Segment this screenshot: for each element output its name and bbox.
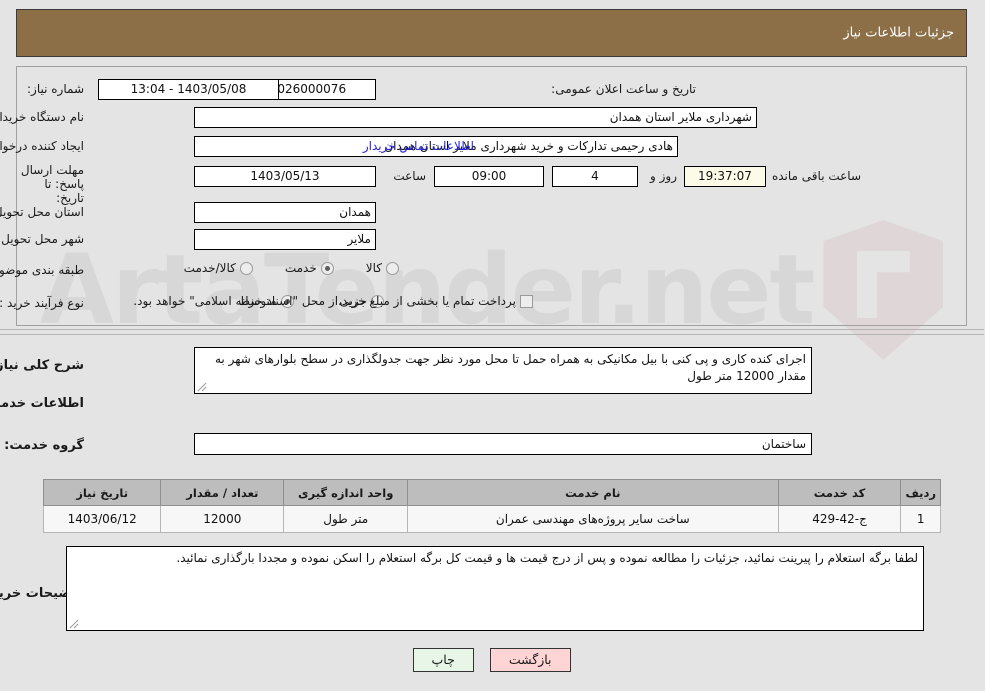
category-radio-khedmat[interactable]: خدمت xyxy=(286,261,335,275)
col-header-name: نام خدمت xyxy=(408,479,780,506)
col-header-date: تاریخ نیاز xyxy=(43,479,163,506)
province-label: استان محل تحویل: xyxy=(0,205,85,219)
deadline-date-value: 1403/05/13 xyxy=(195,166,377,187)
treasury-checkbox-row[interactable]: پرداخت تمام یا بخشی از مبلغ خرید،از محل … xyxy=(134,294,534,308)
service-group-value[interactable]: ساختمان xyxy=(195,433,813,455)
description-text: اجرای کنده کاری و پی کنی با بیل مکانیکی … xyxy=(216,352,807,383)
resize-grip-icon[interactable] xyxy=(70,619,80,629)
province-value: همدان xyxy=(195,202,377,223)
remaining-days-value: 4 xyxy=(553,166,639,187)
radio-circle-icon xyxy=(321,261,335,275)
category-label: طبقه بندی موضوعی: xyxy=(0,263,85,277)
buyer-notes-textarea[interactable]: لطفا برگه استعلام را پیرینت نمائید، جزئی… xyxy=(67,546,925,631)
category-option-label: کالا/خدمت xyxy=(184,261,237,275)
cell-qty: 12000 xyxy=(161,505,286,533)
back-button[interactable]: بازگشت xyxy=(490,648,572,672)
services-table: ردیف کد خدمت نام خدمت واحد اندازه گیری ت… xyxy=(43,479,942,533)
deadline-label: مهلت ارسال پاسخ: تا تاریخ: xyxy=(21,163,85,205)
public-announce-value: 1403/05/08 - 13:04 xyxy=(99,79,280,100)
remaining-clock-value: 19:37:07 xyxy=(685,166,767,187)
buyer-org-value: شهرداری ملایر استان همدان xyxy=(195,107,758,128)
buyer-org-label: نام دستگاه خریدار: xyxy=(0,110,85,124)
page-header: جزئیات اطلاعات نیاز xyxy=(17,9,968,57)
category-radio-kala-khedmat[interactable]: کالا/خدمت xyxy=(185,261,254,275)
deadline-time-value: 09:00 xyxy=(435,166,545,187)
buyer-contact-link[interactable]: اطلاعات تماس خریدار xyxy=(364,139,475,153)
treasury-checkbox-label: پرداخت تمام یا بخشی از مبلغ خرید،از محل … xyxy=(134,294,517,308)
deadline-time-label: ساعت xyxy=(394,169,427,183)
divider-1 xyxy=(0,329,985,330)
category-option-label: خدمت xyxy=(285,261,318,275)
description-label: شرح کلی نیاز: xyxy=(0,358,85,373)
cell-row: 1 xyxy=(901,505,942,533)
category-option-label: کالا xyxy=(366,261,383,275)
need-info-panel xyxy=(17,66,968,326)
process-label: نوع فرآیند خرید : xyxy=(0,296,85,310)
divider-2 xyxy=(0,334,985,335)
category-radio-kala[interactable]: کالا xyxy=(367,261,400,275)
col-header-unit: واحد اندازه گیری xyxy=(284,479,410,506)
checkbox-icon[interactable] xyxy=(521,294,534,308)
city-label: شهر محل تحویل: xyxy=(0,232,85,246)
print-button[interactable]: چاپ xyxy=(413,648,475,672)
resize-grip-icon[interactable] xyxy=(198,382,208,392)
requester-label: ایجاد کننده درخواست: xyxy=(0,139,85,153)
table-header-row: ردیف کد خدمت نام خدمت واحد اندازه گیری ت… xyxy=(43,479,942,506)
page-title: جزئیات اطلاعات نیاز xyxy=(844,25,955,41)
cell-unit: متر طول xyxy=(284,505,410,533)
col-header-code: کد خدمت xyxy=(778,479,903,506)
remaining-days-label: روز و xyxy=(651,169,678,183)
radio-circle-icon xyxy=(387,261,400,275)
radio-circle-icon xyxy=(240,261,254,275)
buyer-notes-text: لطفا برگه استعلام را پیرینت نمائید، جزئی… xyxy=(177,551,919,565)
city-value: ملایر xyxy=(195,229,377,250)
need-number-label: شماره نیاز: xyxy=(28,82,85,96)
cell-date: 1403/06/12 xyxy=(43,505,163,533)
cell-code: ج-42-429 xyxy=(778,505,903,533)
service-group-label: گروه خدمت: xyxy=(5,438,85,453)
col-header-qty: تعداد / مقدار xyxy=(161,479,286,506)
services-section-heading: اطلاعات خدمات مورد نیاز xyxy=(0,396,85,411)
footer-buttons: بازگشت چاپ xyxy=(0,648,985,672)
table-row: 1 ج-42-429 ساخت سایر پروژه‌های مهندسی عم… xyxy=(43,505,942,533)
description-textarea[interactable]: اجرای کنده کاری و پی کنی با بیل مکانیکی … xyxy=(195,347,813,394)
remaining-clock-label: ساعت باقی مانده xyxy=(772,169,862,183)
col-header-row: ردیف xyxy=(901,479,942,506)
public-announce-label: تاریخ و ساعت اعلان عمومی: xyxy=(552,82,697,96)
cell-name: ساخت سایر پروژه‌های مهندسی عمران xyxy=(408,505,780,533)
